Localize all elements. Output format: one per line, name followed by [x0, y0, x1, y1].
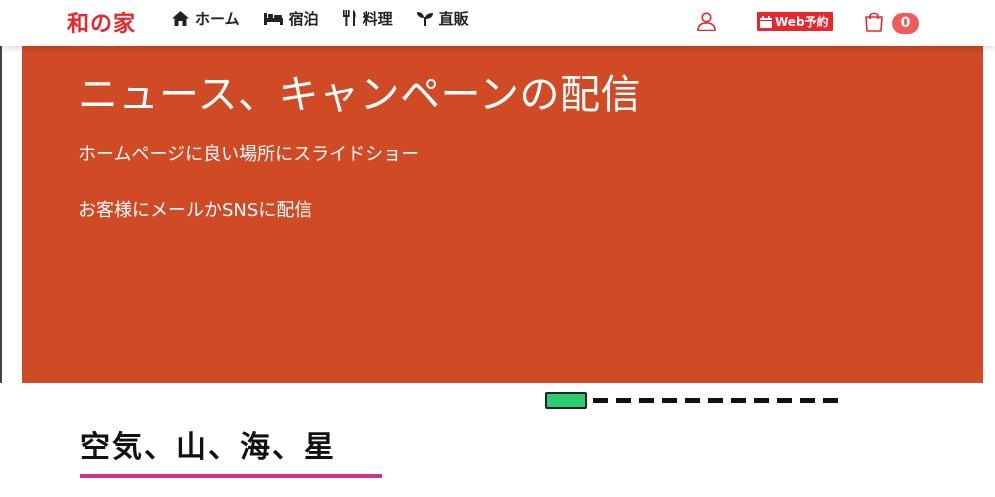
hero-slide[interactable]: ニュース、キャンペーンの配信 ホームページに良い場所にスライドショー お客様にメ… — [22, 46, 983, 383]
utensils-icon — [342, 10, 356, 26]
carousel-dot[interactable] — [777, 398, 792, 403]
web-reservation-label: Web予約 — [775, 15, 829, 29]
web-reservation-button[interactable]: Web予約 — [757, 12, 833, 31]
section-title-underline — [80, 474, 382, 478]
nav-label-direct-sales: 直販 — [438, 9, 469, 28]
seedling-icon — [416, 11, 433, 26]
carousel-dot[interactable] — [685, 398, 700, 403]
carousel-dot[interactable] — [593, 398, 608, 403]
carousel-dot[interactable] — [754, 398, 769, 403]
nav-label-stay: 宿泊 — [288, 9, 319, 28]
nav-item-home[interactable]: ホーム — [172, 8, 240, 28]
carousel-dot[interactable] — [662, 398, 677, 403]
site-logo[interactable]: 和の家 — [67, 6, 136, 38]
site-header: 和の家 ホーム 宿泊 料理 直販 Web予約 0 — [0, 0, 995, 46]
carousel-dot[interactable] — [616, 398, 631, 403]
hero-title: ニュース、キャンペーンの配信 — [78, 72, 641, 118]
user-icon — [697, 12, 716, 32]
section-title: 空気、山、海、星 — [80, 430, 336, 465]
previous-slide-edge — [0, 46, 2, 383]
cart-button[interactable] — [864, 11, 884, 36]
nav-label-home: ホーム — [195, 9, 240, 28]
nav-item-stay[interactable]: 宿泊 — [263, 8, 319, 28]
carousel-dot[interactable] — [800, 398, 815, 403]
bed-icon — [263, 13, 283, 25]
hero-text-line-1: ホームページに良い場所にスライドショー — [78, 144, 420, 165]
carousel-dot[interactable] — [639, 398, 654, 403]
home-icon — [172, 10, 189, 26]
carousel-dot[interactable] — [731, 398, 746, 403]
cart-count-badge: 0 — [892, 13, 919, 34]
hero-text-line-2: お客様にメールかSNSに配信 — [78, 200, 313, 221]
calendar-icon — [760, 15, 772, 28]
user-account-button[interactable] — [697, 12, 716, 35]
nav-item-direct-sales[interactable]: 直販 — [416, 8, 469, 28]
nav-label-cuisine: 料理 — [362, 9, 393, 28]
nav-item-cuisine[interactable]: 料理 — [342, 8, 393, 28]
carousel-pagination — [545, 392, 846, 409]
carousel-dot[interactable] — [823, 398, 838, 403]
carousel-dot[interactable] — [708, 398, 723, 403]
main-nav: ホーム 宿泊 料理 直販 — [172, 8, 493, 28]
shopping-bag-icon — [865, 12, 883, 32]
carousel-dot-active[interactable] — [545, 392, 587, 409]
